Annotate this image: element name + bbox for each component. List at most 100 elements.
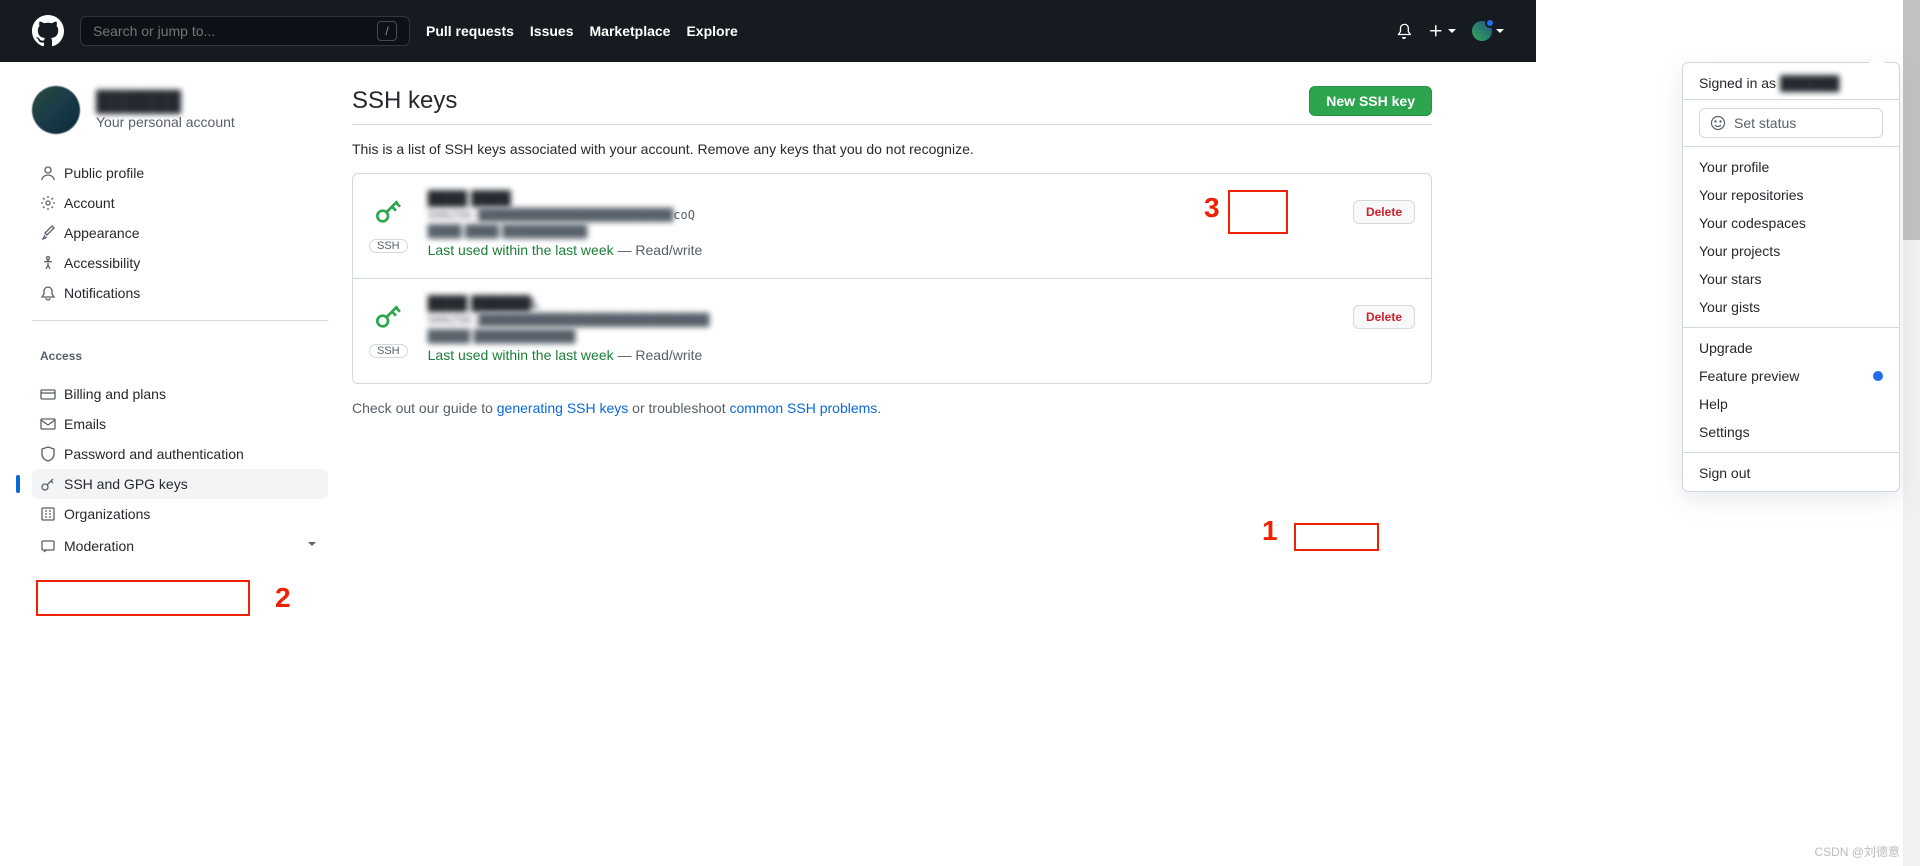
- slash-key-hint: /: [377, 21, 397, 41]
- key-fingerprint-suffix: coQ: [673, 208, 695, 222]
- search-input[interactable]: [93, 23, 377, 39]
- organization-icon: [40, 506, 56, 522]
- dd-feature-preview[interactable]: Feature preview: [1683, 362, 1899, 390]
- sidebar-nav-access: Billing and plans Emails Password and au…: [32, 379, 328, 562]
- sidebar-item-password[interactable]: Password and authentication: [32, 439, 328, 469]
- sidebar-item-label: Appearance: [64, 225, 140, 241]
- account-subtitle: Your personal account: [96, 114, 235, 130]
- chevron-down-icon: [1496, 29, 1504, 33]
- new-ssh-key-button[interactable]: New SSH key: [1309, 86, 1432, 116]
- sidebar-nav: Public profile Account Appearance Access…: [32, 158, 328, 308]
- sidebar-item-public-profile[interactable]: Public profile: [32, 158, 328, 188]
- page-description: This is a list of SSH keys associated wi…: [352, 141, 1432, 157]
- signed-in-label: Signed in as: [1699, 75, 1780, 91]
- set-status-button[interactable]: Set status: [1699, 108, 1883, 138]
- sidebar-item-label: Password and authentication: [64, 446, 244, 462]
- sidebar-item-label: Public profile: [64, 165, 144, 181]
- dropdown-divider: [1683, 452, 1899, 453]
- link-common-ssh-problems[interactable]: common SSH problems: [729, 400, 877, 416]
- sidebar-item-moderation[interactable]: Moderation: [32, 529, 328, 562]
- key-icon: [372, 301, 404, 336]
- main-content: SSH keys New SSH key This is a list of S…: [352, 86, 1432, 562]
- header-right: [1396, 21, 1504, 41]
- profile-header: ██████ Your personal account: [32, 86, 328, 134]
- dd-your-stars[interactable]: Your stars: [1683, 265, 1899, 293]
- sidebar-item-label: Organizations: [64, 506, 150, 522]
- key-icon: [40, 476, 56, 492]
- smiley-icon: [1710, 115, 1726, 131]
- username[interactable]: ██████: [96, 91, 235, 114]
- dd-your-projects[interactable]: Your projects: [1683, 237, 1899, 265]
- link-generating-ssh-keys[interactable]: generating SSH keys: [497, 400, 629, 416]
- key-last-used: Last used within the last week — Read/wr…: [428, 347, 1333, 363]
- sidebar-item-ssh-keys[interactable]: SSH and GPG keys: [32, 469, 328, 499]
- sidebar-heading-access: Access: [32, 333, 328, 371]
- sidebar-item-account[interactable]: Account: [32, 188, 328, 218]
- dd-your-gists[interactable]: Your gists: [1683, 293, 1899, 321]
- key-fingerprint: SHA256:████████████████████████████████: [428, 313, 710, 327]
- status-dot: [1485, 18, 1495, 28]
- nav-pull-requests[interactable]: Pull requests: [426, 23, 514, 39]
- dd-settings[interactable]: Settings: [1683, 418, 1899, 446]
- title-divider: [352, 124, 1432, 125]
- footer-guide-text: Check out our guide to generating SSH ke…: [352, 400, 1432, 416]
- delete-key-button[interactable]: Delete: [1353, 200, 1415, 224]
- nav-marketplace[interactable]: Marketplace: [590, 23, 671, 39]
- scrollbar-thumb[interactable]: [1903, 0, 1920, 240]
- dd-upgrade[interactable]: Upgrade: [1683, 334, 1899, 362]
- sidebar-item-notifications[interactable]: Notifications: [32, 278, 328, 308]
- ssh-badge: SSH: [369, 239, 408, 253]
- create-new-icon[interactable]: [1428, 23, 1456, 39]
- feature-preview-dot: [1873, 371, 1883, 381]
- delete-key-button[interactable]: Delete: [1353, 305, 1415, 329]
- key-title: ████ ████: [428, 190, 511, 206]
- shield-lock-icon: [40, 446, 56, 462]
- page-header: SSH keys New SSH key: [352, 86, 1432, 116]
- nav-explore[interactable]: Explore: [686, 23, 737, 39]
- paintbrush-icon: [40, 225, 56, 241]
- sidebar-item-label: Billing and plans: [64, 386, 166, 402]
- dropdown-header: Signed in as ██████: [1683, 67, 1899, 100]
- person-icon: [40, 165, 56, 181]
- ssh-badge: SSH: [369, 344, 408, 358]
- dd-sign-out[interactable]: Sign out: [1683, 459, 1899, 487]
- credit-card-icon: [40, 386, 56, 402]
- dropdown-divider: [1683, 327, 1899, 328]
- ssh-key-item: SSH ████ ██████L SHA256:████████████████…: [353, 279, 1431, 383]
- github-logo[interactable]: [32, 15, 64, 47]
- nav-issues[interactable]: Issues: [530, 23, 574, 39]
- ssh-key-item: SSH ████ ████ SHA256:███████████████████…: [353, 174, 1431, 279]
- dd-your-codespaces[interactable]: Your codespaces: [1683, 209, 1899, 237]
- sidebar-item-emails[interactable]: Emails: [32, 409, 328, 439]
- search-input-wrapper[interactable]: /: [80, 16, 410, 46]
- key-title: ████ ██████L: [428, 295, 540, 311]
- dd-help[interactable]: Help: [1683, 390, 1899, 418]
- scrollbar[interactable]: [1903, 0, 1920, 866]
- sidebar-item-label: Account: [64, 195, 115, 211]
- signed-in-username: ██████: [1780, 75, 1840, 91]
- avatar-small: [1472, 21, 1492, 41]
- chevron-down-icon: [304, 536, 320, 555]
- user-menu-trigger[interactable]: [1472, 21, 1504, 41]
- main-header: / Pull requests Issues Marketplace Explo…: [0, 0, 1536, 62]
- sidebar-item-label: Moderation: [64, 538, 134, 554]
- dropdown-divider: [1683, 146, 1899, 147]
- sidebar-item-accessibility[interactable]: Accessibility: [32, 248, 328, 278]
- sidebar-item-label: SSH and GPG keys: [64, 476, 188, 492]
- header-nav: Pull requests Issues Marketplace Explore: [426, 23, 738, 39]
- dd-your-profile[interactable]: Your profile: [1683, 153, 1899, 181]
- watermark: CSDN @刘德意: [1814, 843, 1900, 860]
- avatar[interactable]: [32, 86, 80, 134]
- sidebar-divider: [32, 320, 328, 321]
- sidebar-item-appearance[interactable]: Appearance: [32, 218, 328, 248]
- dd-your-repositories[interactable]: Your repositories: [1683, 181, 1899, 209]
- bell-icon: [40, 285, 56, 301]
- gear-icon: [40, 195, 56, 211]
- key-fingerprint: SHA256:███████████████████████████: [428, 208, 674, 222]
- notifications-icon[interactable]: [1396, 23, 1412, 39]
- sidebar-item-organizations[interactable]: Organizations: [32, 499, 328, 529]
- sidebar-item-billing[interactable]: Billing and plans: [32, 379, 328, 409]
- sidebar-item-label: Emails: [64, 416, 106, 432]
- key-added-date: █████ ████████████: [428, 329, 576, 343]
- set-status-label: Set status: [1734, 115, 1796, 131]
